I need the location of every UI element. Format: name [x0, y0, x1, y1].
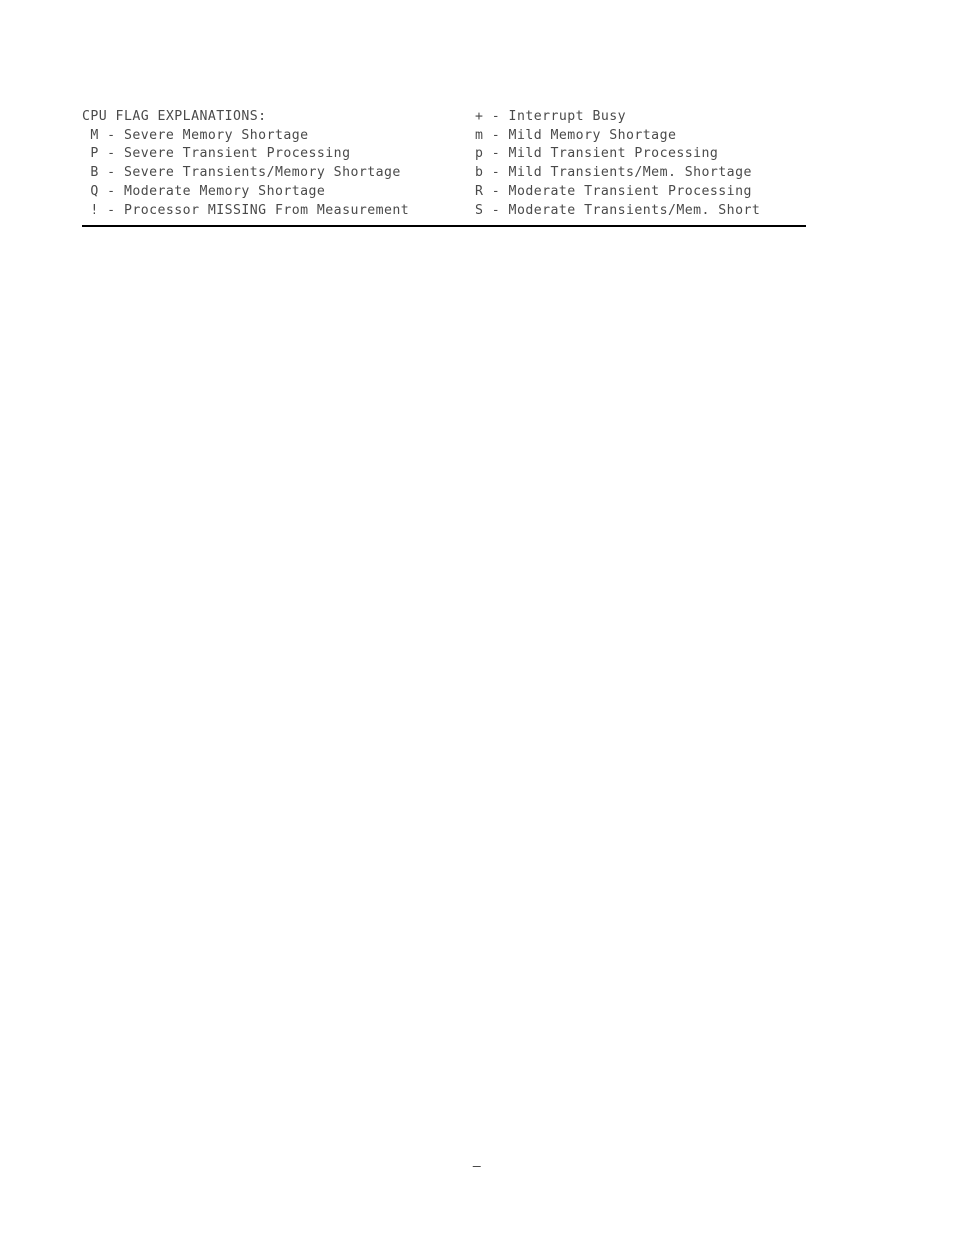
table-row: Q - Moderate Memory Shortage R - Moderat…: [82, 183, 806, 202]
table-row: B - Severe Transients/Memory Shortage b …: [82, 164, 806, 183]
legend-entry-severe-memory-shortage: M - Severe Memory Shortage: [82, 127, 309, 143]
legend-entry-mild-memory-shortage: m - Mild Memory Shortage: [475, 127, 677, 143]
table-row: ! - Processor MISSING From Measurement S…: [82, 202, 806, 221]
legend-entry-moderate-memory-shortage: Q - Moderate Memory Shortage: [82, 183, 326, 199]
document-page: CPU FLAG EXPLANATIONS: + - Interrupt Bus…: [0, 0, 954, 1235]
legend-title: CPU FLAG EXPLANATIONS:: [82, 109, 267, 124]
legend-entry-moderate-transients-mem-short: S - Moderate Transients/Mem. Short: [475, 202, 761, 218]
page-footer-mark: –: [472, 1159, 482, 1174]
legend-table: CPU FLAG EXPLANATIONS: + - Interrupt Bus…: [82, 108, 806, 220]
legend-entry-severe-transients-memory-shortage: B - Severe Transients/Memory Shortage: [82, 165, 401, 181]
legend-bottom-rule: [82, 225, 806, 227]
table-row: M - Severe Memory Shortage m - Mild Memo…: [82, 127, 806, 146]
legend-entry-moderate-transient-processing: R - Moderate Transient Processing: [475, 183, 752, 199]
table-row: P - Severe Transient Processing p - Mild…: [82, 145, 806, 164]
table-row: CPU FLAG EXPLANATIONS: + - Interrupt Bus…: [82, 108, 806, 127]
legend-entry-processor-missing: ! - Processor MISSING From Measurement: [82, 202, 410, 218]
legend-entry-mild-transients-mem-shortage: b - Mild Transients/Mem. Shortage: [475, 165, 752, 181]
legend-entry-severe-transient-processing: P - Severe Transient Processing: [82, 146, 351, 162]
legend-entry-mild-transient-processing: p - Mild Transient Processing: [475, 146, 719, 162]
cpu-flag-legend: CPU FLAG EXPLANATIONS: + - Interrupt Bus…: [82, 108, 806, 220]
legend-entry-interrupt-busy: + - Interrupt Busy: [475, 109, 627, 124]
